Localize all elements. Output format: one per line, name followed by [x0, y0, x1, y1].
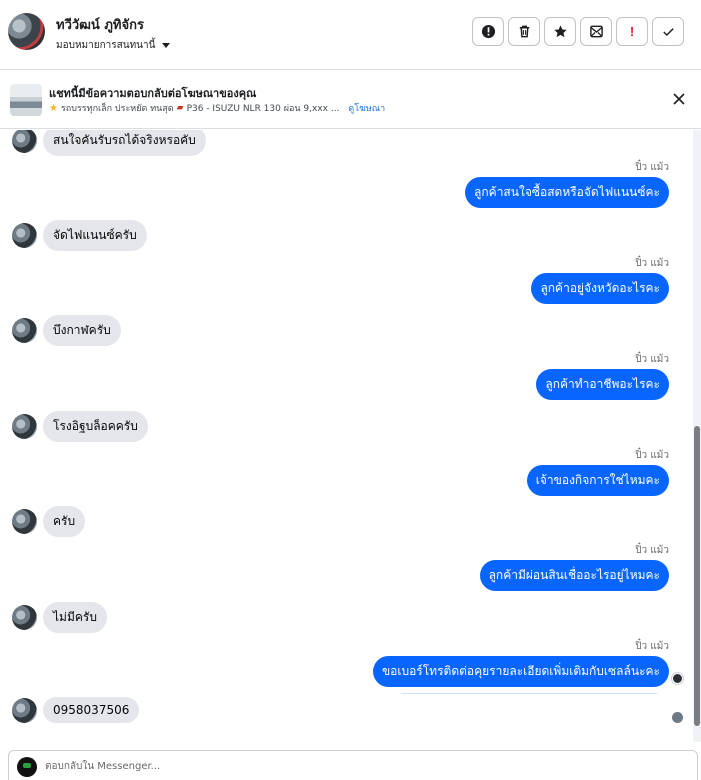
sender-name: ปิ๋ว แม้ว — [635, 354, 669, 365]
sender-name: ปิ๋ว แม้ว — [635, 162, 669, 173]
outgoing-message-bubble[interactable]: ลูกค้ามีผ่อนสินเชื่ออะไรอยู่ไหมคะ — [479, 560, 669, 591]
envelope-icon — [589, 25, 603, 38]
sender-name: ปิ๋ว แม้ว — [635, 450, 669, 461]
message-bubble[interactable]: โรงอิฐบล็อคครับ — [43, 411, 148, 442]
ad-model-text: P36 - ISUZU NLR 130 ผ่อน 9,xxx ... — [186, 104, 340, 114]
message-bubble[interactable]: ครับ — [43, 506, 86, 537]
delivered-status-icon — [672, 673, 683, 684]
contact-avatar-small — [12, 130, 37, 153]
assign-conversation-dropdown[interactable]: มอบหมายการสนทนานี้ — [56, 38, 171, 53]
incoming-message: จัดไฟแนนซ์ครับ — [12, 220, 147, 251]
reply-input[interactable] — [45, 757, 645, 775]
message-bubble[interactable]: บึงกาฬครับ — [43, 315, 121, 346]
contact-avatar[interactable] — [8, 13, 45, 50]
reply-composer — [8, 750, 698, 780]
caret-down-icon — [162, 43, 171, 48]
contact-avatar-small — [12, 605, 37, 630]
incoming-message: 0958037506 — [12, 697, 140, 723]
message-bubble[interactable]: จัดไฟแนนซ์ครับ — [43, 220, 147, 251]
incoming-message: ครับ — [12, 506, 86, 537]
alert-circle-icon — [481, 24, 495, 39]
outgoing-message-bubble[interactable]: ขอเบอร์โทรติดต่อคุยรายละเอียดเพิ่มเติมกั… — [372, 656, 669, 687]
conversation-header: ทวีวัฒน์ ภูทิจักร มอบหมายการสนทนานี้ ! — [0, 0, 701, 70]
outgoing-message-bubble[interactable]: เจ้าของกิจการใช่ไหมคะ — [526, 465, 669, 496]
sender-name: ปิ๋ว แม้ว — [635, 641, 669, 652]
divider — [401, 693, 657, 694]
delete-button[interactable] — [508, 17, 540, 46]
message-thread[interactable]: สนใจคันรับรถได้จริงหรอคับ ปิ๋ว แม้ว ลูกค… — [0, 130, 701, 742]
scrollbar-thumb[interactable] — [694, 426, 700, 726]
star-button[interactable] — [544, 17, 576, 46]
contact-avatar-small — [12, 223, 37, 248]
header-actions: ! — [472, 17, 684, 46]
ad-banner-title: แชทนี้มีข้อความตอบกลับต่อโฆษณาของคุณ — [49, 87, 257, 100]
view-ad-link[interactable]: ดูโฆษณา — [348, 101, 385, 115]
incoming-message: บึงกาฬครับ — [12, 315, 121, 346]
exclamation-icon: ! — [629, 24, 635, 39]
report-button[interactable] — [472, 17, 504, 46]
read-receipt-avatar — [672, 712, 683, 723]
mark-unread-button[interactable] — [580, 17, 612, 46]
message-bubble[interactable]: 0958037506 — [43, 697, 140, 723]
truck-emoji-icon: ▰ — [176, 103, 184, 113]
contact-avatar-small — [12, 509, 37, 534]
contact-avatar-small — [12, 697, 37, 723]
incoming-message: โรงอิฐบล็อคครับ — [12, 411, 148, 442]
star-icon — [553, 25, 567, 38]
contact-name[interactable]: ทวีวัฒน์ ภูทิจักร — [56, 14, 144, 35]
trash-icon — [519, 25, 529, 38]
check-icon — [662, 28, 674, 36]
ad-subtitle-text: รถบรรทุกเล็ก ประหยัด ทนสุด — [60, 104, 174, 114]
assign-label: มอบหมายการสนทนานี้ — [56, 40, 156, 51]
contact-avatar-small — [12, 318, 37, 343]
outgoing-message-bubble[interactable]: ลูกค้าทำอาชีพอะไรคะ — [536, 369, 669, 400]
ad-thumbnail[interactable] — [10, 84, 42, 116]
done-button[interactable] — [652, 17, 684, 46]
message-bubble[interactable]: ไม่มีครับ — [43, 602, 107, 633]
page-avatar — [17, 757, 37, 777]
contact-avatar-small — [12, 414, 37, 439]
incoming-message: ไม่มีครับ — [12, 602, 107, 633]
incoming-message: สนใจคันรับรถได้จริงหรอคับ — [12, 130, 206, 156]
sender-name: ปิ๋ว แม้ว — [635, 258, 669, 269]
outgoing-message-bubble[interactable]: ลูกค้าอยู่จังหวัดอะไรคะ — [531, 273, 669, 304]
spam-button[interactable]: ! — [616, 17, 648, 46]
ad-banner-subtitle: ★ รถบรรทุกเล็ก ประหยัด ทนสุด ▰ P36 - ISU… — [49, 101, 385, 115]
sender-name: ปิ๋ว แม้ว — [635, 545, 669, 556]
ad-reply-banner: แชทนี้มีข้อความตอบกลับต่อโฆษณาของคุณ ★ ร… — [0, 71, 701, 129]
message-bubble[interactable]: สนใจคันรับรถได้จริงหรอคับ — [43, 130, 206, 156]
star-emoji-icon: ★ — [49, 102, 58, 114]
close-icon[interactable] — [671, 91, 687, 107]
outgoing-message-bubble[interactable]: ลูกค้าสนใจซื้อสดหรือจัดไฟแนนซ์คะ — [465, 177, 669, 208]
